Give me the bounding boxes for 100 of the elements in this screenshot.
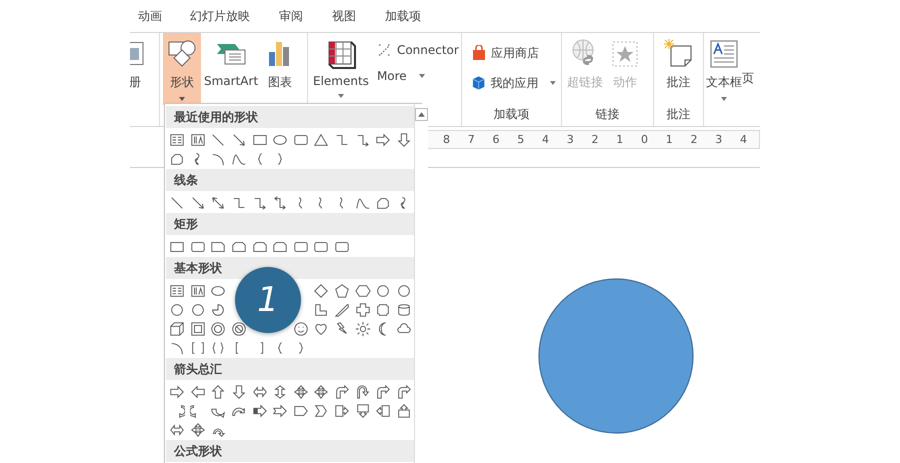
store-button[interactable]: 应用商店 xyxy=(468,42,559,64)
line-icon[interactable] xyxy=(169,195,186,211)
cylinder-icon[interactable] xyxy=(396,302,412,318)
arrow-callout-icon[interactable] xyxy=(375,403,392,419)
donut-icon[interactable] xyxy=(210,321,226,337)
bent-arrow-icon[interactable] xyxy=(396,384,412,400)
left-right-arrow-icon[interactable] xyxy=(252,384,268,400)
my-apps-button[interactable]: 我的应用 xyxy=(468,72,559,94)
bevel-icon[interactable] xyxy=(190,321,206,337)
ruler-number: 1 xyxy=(616,133,624,146)
quad-arrow-icon[interactable] xyxy=(190,422,206,438)
down-arrow-icon[interactable] xyxy=(231,384,248,400)
bent-arrow-icon[interactable] xyxy=(334,384,350,400)
connector-button[interactable]: Connector xyxy=(374,39,462,61)
cube-icon xyxy=(471,75,486,91)
diagonal-stripe-icon[interactable] xyxy=(334,302,350,318)
elbow-arrow-icon[interactable] xyxy=(354,132,371,148)
text-box-button[interactable]: 文本框 xyxy=(706,33,742,105)
plaque-icon[interactable] xyxy=(375,302,392,318)
shopping-bag-icon xyxy=(471,45,487,61)
pie-icon[interactable] xyxy=(210,302,226,318)
brace-pair-icon[interactable] xyxy=(210,340,226,356)
ribbon-tab[interactable]: 审阅 xyxy=(273,2,309,30)
button-label[interactable]: 页 xyxy=(742,70,754,84)
arc-icon[interactable] xyxy=(169,340,186,356)
l-shape-icon[interactable] xyxy=(313,302,330,318)
vertical-text-box-icon[interactable] xyxy=(190,132,206,148)
cross-icon[interactable] xyxy=(354,302,371,318)
down-arrow-icon[interactable] xyxy=(396,132,412,148)
section-header: 线条 xyxy=(166,169,414,191)
quad-arrow-icon[interactable] xyxy=(313,384,330,400)
ruler-number: 1 xyxy=(666,133,673,146)
striped-arrow-icon[interactable] xyxy=(252,403,268,419)
left-arrow-icon[interactable] xyxy=(190,384,206,400)
arrow-callout-icon[interactable] xyxy=(354,403,371,419)
smiley-icon[interactable] xyxy=(292,321,309,337)
heart-icon[interactable] xyxy=(313,321,330,337)
diamond-icon[interactable] xyxy=(313,283,330,299)
shapes-button[interactable]: 形状 xyxy=(163,33,201,105)
elbow-arrow-icon[interactable] xyxy=(252,195,268,211)
pentagon-icon[interactable] xyxy=(334,283,350,299)
ruler-number: 7 xyxy=(468,133,475,146)
comment-button[interactable]: 批注 xyxy=(660,33,698,105)
vertical-text-box-icon[interactable] xyxy=(190,283,206,299)
chart-button[interactable]: 图表 xyxy=(261,33,300,105)
scrollbar[interactable] xyxy=(414,104,428,463)
section-header: 基本形状 xyxy=(166,257,414,279)
no-symbol-icon[interactable] xyxy=(231,321,248,337)
sun-icon[interactable] xyxy=(354,321,371,337)
section-header: 箭头总汇 xyxy=(166,358,414,380)
ruler-number: 6 xyxy=(492,133,500,146)
elbow-connector-icon[interactable] xyxy=(334,132,350,148)
quad-arrow-icon[interactable] xyxy=(292,384,309,400)
bent-arrow-icon[interactable] xyxy=(375,384,392,400)
more-button[interactable]: More xyxy=(374,65,462,87)
rectangle-icon[interactable] xyxy=(252,132,268,148)
notched-arrow-icon[interactable] xyxy=(272,403,288,419)
hexagon-icon[interactable] xyxy=(354,283,371,299)
up-arrow-icon[interactable] xyxy=(210,384,226,400)
ruler-number: 0 xyxy=(641,133,648,146)
ruler-number: 3 xyxy=(566,133,574,146)
elbow-double-arrow-icon[interactable] xyxy=(272,195,288,211)
triangle-icon[interactable] xyxy=(313,132,330,148)
ruler-number: 4 xyxy=(542,133,549,146)
arrow-line-icon[interactable] xyxy=(190,195,206,211)
u-turn-arrow-icon[interactable] xyxy=(354,384,371,400)
line-icon[interactable] xyxy=(210,132,226,148)
up-down-arrow-icon[interactable] xyxy=(272,384,288,400)
bracket-pair-icon[interactable] xyxy=(190,340,206,356)
elbow-connector-icon[interactable] xyxy=(231,195,248,211)
pentagon-arrow-icon[interactable] xyxy=(292,403,309,419)
freeform-icon[interactable] xyxy=(375,195,392,211)
section-header: 最近使用的形状 xyxy=(166,106,414,128)
ribbon-tab[interactable]: 视图 xyxy=(326,2,362,30)
ruler-number: 3 xyxy=(715,133,722,146)
circle-shape[interactable] xyxy=(538,278,694,434)
text-box-icon[interactable] xyxy=(169,132,186,148)
right-arrow-icon[interactable] xyxy=(375,132,392,148)
freeform-icon[interactable] xyxy=(169,151,186,167)
arrow-callout-icon[interactable] xyxy=(334,403,350,419)
scroll-up-icon[interactable] xyxy=(415,108,428,121)
rectangle-icon[interactable] xyxy=(169,239,186,255)
ruler-number: 5 xyxy=(517,133,524,146)
arrow-callout-icon[interactable] xyxy=(396,403,412,419)
arrow-line-icon[interactable] xyxy=(231,132,248,148)
right-arrow-icon[interactable] xyxy=(169,384,186,400)
ribbon-tab[interactable]: 加载项 xyxy=(379,2,427,30)
ribbon-tab[interactable]: 动画 xyxy=(132,2,168,30)
ribbon-tab[interactable]: 幻灯片放映 xyxy=(184,2,256,30)
left-right-arrow-icon[interactable] xyxy=(169,422,186,438)
chevron-icon[interactable] xyxy=(313,403,330,419)
caret-icon xyxy=(179,97,185,101)
text-box-icon[interactable] xyxy=(169,283,186,299)
double-arrow-line-icon[interactable] xyxy=(210,195,226,211)
group-label: 批注 xyxy=(666,106,692,123)
ruler-number: 2 xyxy=(690,133,698,146)
cube-icon[interactable] xyxy=(169,321,186,337)
caret-icon xyxy=(550,81,556,85)
group-label: 链接 xyxy=(594,106,620,123)
arc-icon[interactable] xyxy=(210,151,226,167)
